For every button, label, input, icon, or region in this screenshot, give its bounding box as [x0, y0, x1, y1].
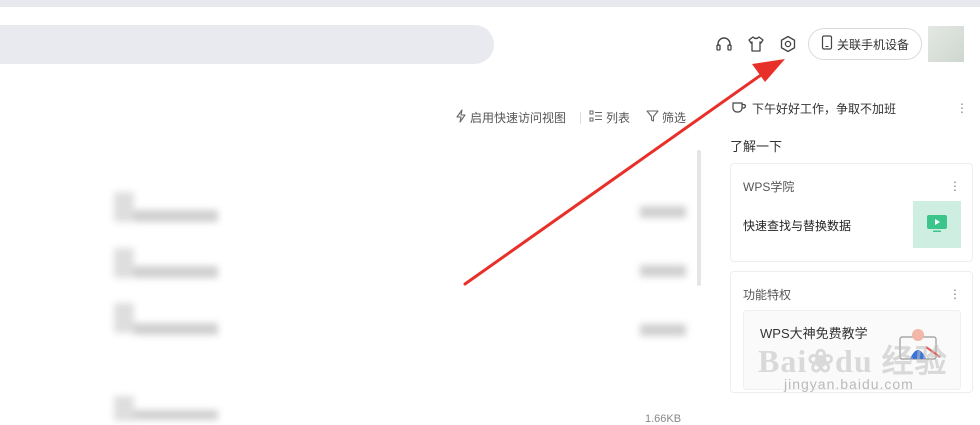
annotation-arrow	[463, 59, 785, 286]
